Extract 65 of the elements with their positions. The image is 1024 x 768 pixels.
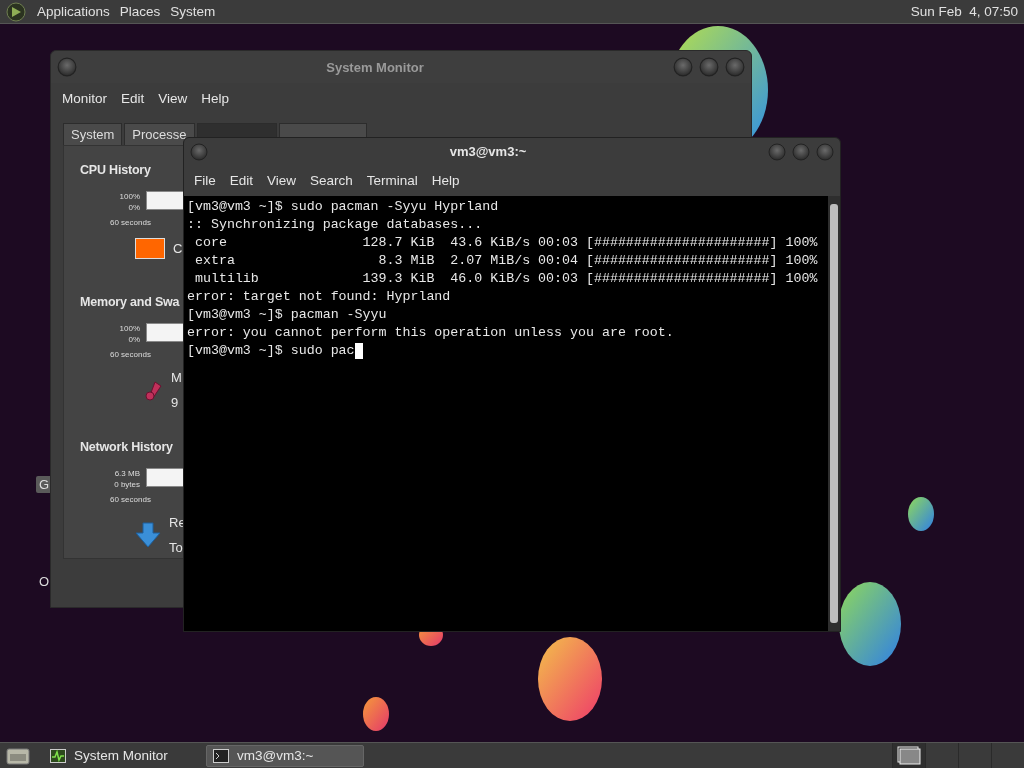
window-button[interactable] bbox=[725, 57, 745, 77]
tab[interactable]: System bbox=[63, 123, 123, 145]
workspace-button[interactable] bbox=[892, 742, 925, 768]
window-button[interactable] bbox=[699, 57, 719, 77]
window-title: vm3@vm3:~ bbox=[448, 144, 528, 159]
clock[interactable]: Sun Feb 4, 07:50 bbox=[910, 4, 1018, 19]
menu-item[interactable]: Edit bbox=[222, 173, 261, 188]
axis-label: 60 seconds bbox=[110, 350, 151, 359]
axis-label: 6.3 MB bbox=[114, 468, 140, 479]
window-button[interactable] bbox=[816, 142, 834, 161]
axis-label: 100% bbox=[119, 323, 140, 334]
window-button[interactable] bbox=[768, 142, 786, 161]
legend-text: C bbox=[173, 241, 183, 256]
menu-item[interactable]: Edit bbox=[114, 90, 152, 106]
scrollbar[interactable] bbox=[828, 196, 840, 631]
color-swatch[interactable] bbox=[135, 238, 165, 259]
menu-item[interactable]: Search bbox=[303, 173, 360, 188]
menu-item[interactable]: Monitor bbox=[55, 90, 114, 106]
text-cursor bbox=[354, 343, 363, 359]
taskbar-button[interactable]: vm3@vm3:~ bbox=[206, 744, 364, 767]
terminal-line: :: Synchronizing package databases... bbox=[187, 216, 483, 234]
window-icon bbox=[896, 745, 922, 766]
desktop-label: O bbox=[38, 573, 51, 590]
terminal-line: error: you cannot perform this operation unless you are root. bbox=[187, 324, 674, 342]
window-button[interactable] bbox=[792, 142, 810, 161]
logo-icon[interactable] bbox=[6, 1, 26, 22]
show-desktop-icon[interactable] bbox=[6, 745, 30, 766]
menu-item[interactable]: View bbox=[260, 173, 304, 188]
section-title: Network History bbox=[80, 440, 173, 454]
tab[interactable] bbox=[278, 123, 367, 137]
terminal-line: multilib 139.3 KiB 46.0 KiB/s 00:03 [######################] 100% bbox=[193, 270, 818, 288]
menu-item[interactable]: Help bbox=[194, 90, 237, 106]
panel-menu[interactable]: Applications bbox=[32, 4, 115, 19]
terminal-line: core 128.7 KiB 43.6 KiB/s 00:03 [######################] 100% bbox=[193, 234, 818, 252]
down-arrow-icon bbox=[135, 522, 161, 548]
legend-text: M bbox=[171, 370, 182, 385]
monitor-icon bbox=[50, 748, 66, 763]
menu-item[interactable]: File bbox=[187, 173, 223, 188]
section-title: Memory and Swa bbox=[80, 295, 180, 309]
terminal-line: extra 8.3 MiB 2.07 MiB/s 00:04 [######################] 100% bbox=[193, 252, 818, 270]
terminal-line: [vm3@vm3 ~]$ pacman -Syyu bbox=[187, 306, 387, 324]
axis-label: 60 seconds bbox=[110, 218, 151, 227]
terminal-line: [vm3@vm3 ~]$ sudo pac bbox=[187, 342, 355, 360]
taskbar-button[interactable]: System Monitor bbox=[44, 744, 202, 767]
legend-text: To bbox=[169, 540, 184, 555]
window-button[interactable] bbox=[190, 142, 208, 161]
terminal-icon bbox=[213, 748, 229, 763]
window-button[interactable] bbox=[57, 57, 77, 77]
axis-label: 0% bbox=[128, 202, 140, 213]
axis-label: 0% bbox=[128, 334, 140, 345]
panel-menu[interactable]: System bbox=[165, 4, 221, 19]
legend-text: 9 bbox=[171, 395, 180, 410]
menu-item[interactable]: View bbox=[151, 90, 195, 106]
window-title: System Monitor bbox=[325, 59, 425, 75]
menu-item[interactable]: Help bbox=[424, 173, 467, 188]
window-button[interactable] bbox=[673, 57, 693, 77]
menu-item[interactable]: Terminal bbox=[359, 173, 425, 188]
panel-menu[interactable]: Places bbox=[114, 4, 166, 19]
axis-label: 100% bbox=[119, 191, 140, 202]
axis-label: 0 bytes bbox=[114, 479, 140, 490]
terminal-line: [vm3@vm3 ~]$ sudo pacman -Syyu Hyprland bbox=[187, 198, 499, 216]
terminal-line: error: target not found: Hyprland bbox=[187, 288, 451, 306]
section-title: CPU History bbox=[80, 163, 151, 177]
axis-label: 60 seconds bbox=[110, 495, 151, 504]
tab[interactable]: Processe bbox=[124, 123, 195, 145]
